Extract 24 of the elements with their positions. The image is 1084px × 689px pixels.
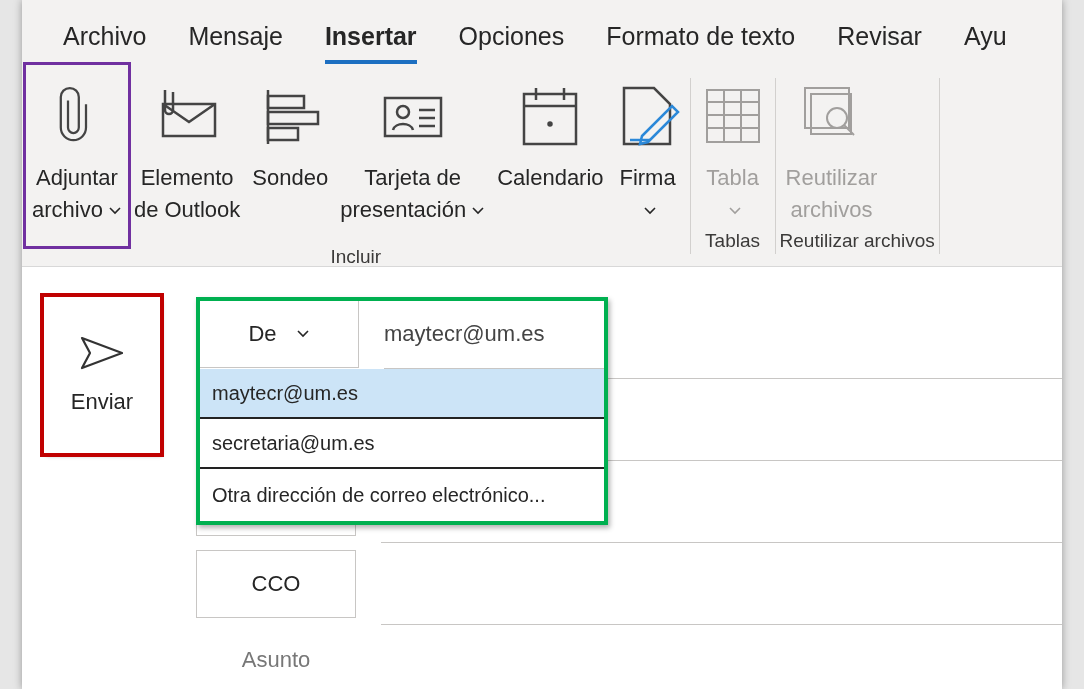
from-value: maytecr@um.es bbox=[384, 321, 545, 347]
subject-label: Asunto bbox=[240, 647, 312, 673]
ribbon-button[interactable]: Tarjeta de presentación bbox=[334, 78, 492, 226]
dropdown-option[interactable]: secretaria@um.es bbox=[200, 419, 604, 469]
ribbon-tab[interactable]: Formato de texto bbox=[585, 0, 817, 72]
caret-icon bbox=[295, 329, 310, 339]
send-button[interactable]: Enviar bbox=[44, 297, 160, 453]
dropdown-option[interactable]: maytecr@um.es bbox=[200, 369, 604, 419]
group-label: Tablas bbox=[704, 230, 762, 253]
group-label: Incluir bbox=[329, 246, 383, 266]
ribbon-button[interactable]: Calendario bbox=[491, 78, 610, 194]
ribbon-button[interactable]: Elemento de Outlook bbox=[127, 78, 247, 226]
ribbon-button[interactable]: Sondeo bbox=[246, 78, 335, 194]
ribbon-tab[interactable]: Opciones bbox=[437, 0, 586, 72]
ribbon-tab[interactable]: Revisar bbox=[816, 0, 943, 72]
ribbon-tab[interactable]: Ayu bbox=[942, 0, 1028, 72]
dropdown-option[interactable]: Otra dirección de correo electrónico... bbox=[200, 469, 604, 521]
group-label: Reutilizar archivos bbox=[779, 230, 935, 253]
from-button[interactable]: De bbox=[200, 301, 359, 368]
ribbon-tab[interactable]: Insertar bbox=[303, 0, 438, 72]
ribbon-button[interactable]: Firma bbox=[609, 78, 686, 226]
bcc-button[interactable]: CCO bbox=[196, 550, 356, 618]
send-icon bbox=[79, 335, 125, 371]
ribbon-tab[interactable]: Mensaje bbox=[167, 0, 304, 72]
